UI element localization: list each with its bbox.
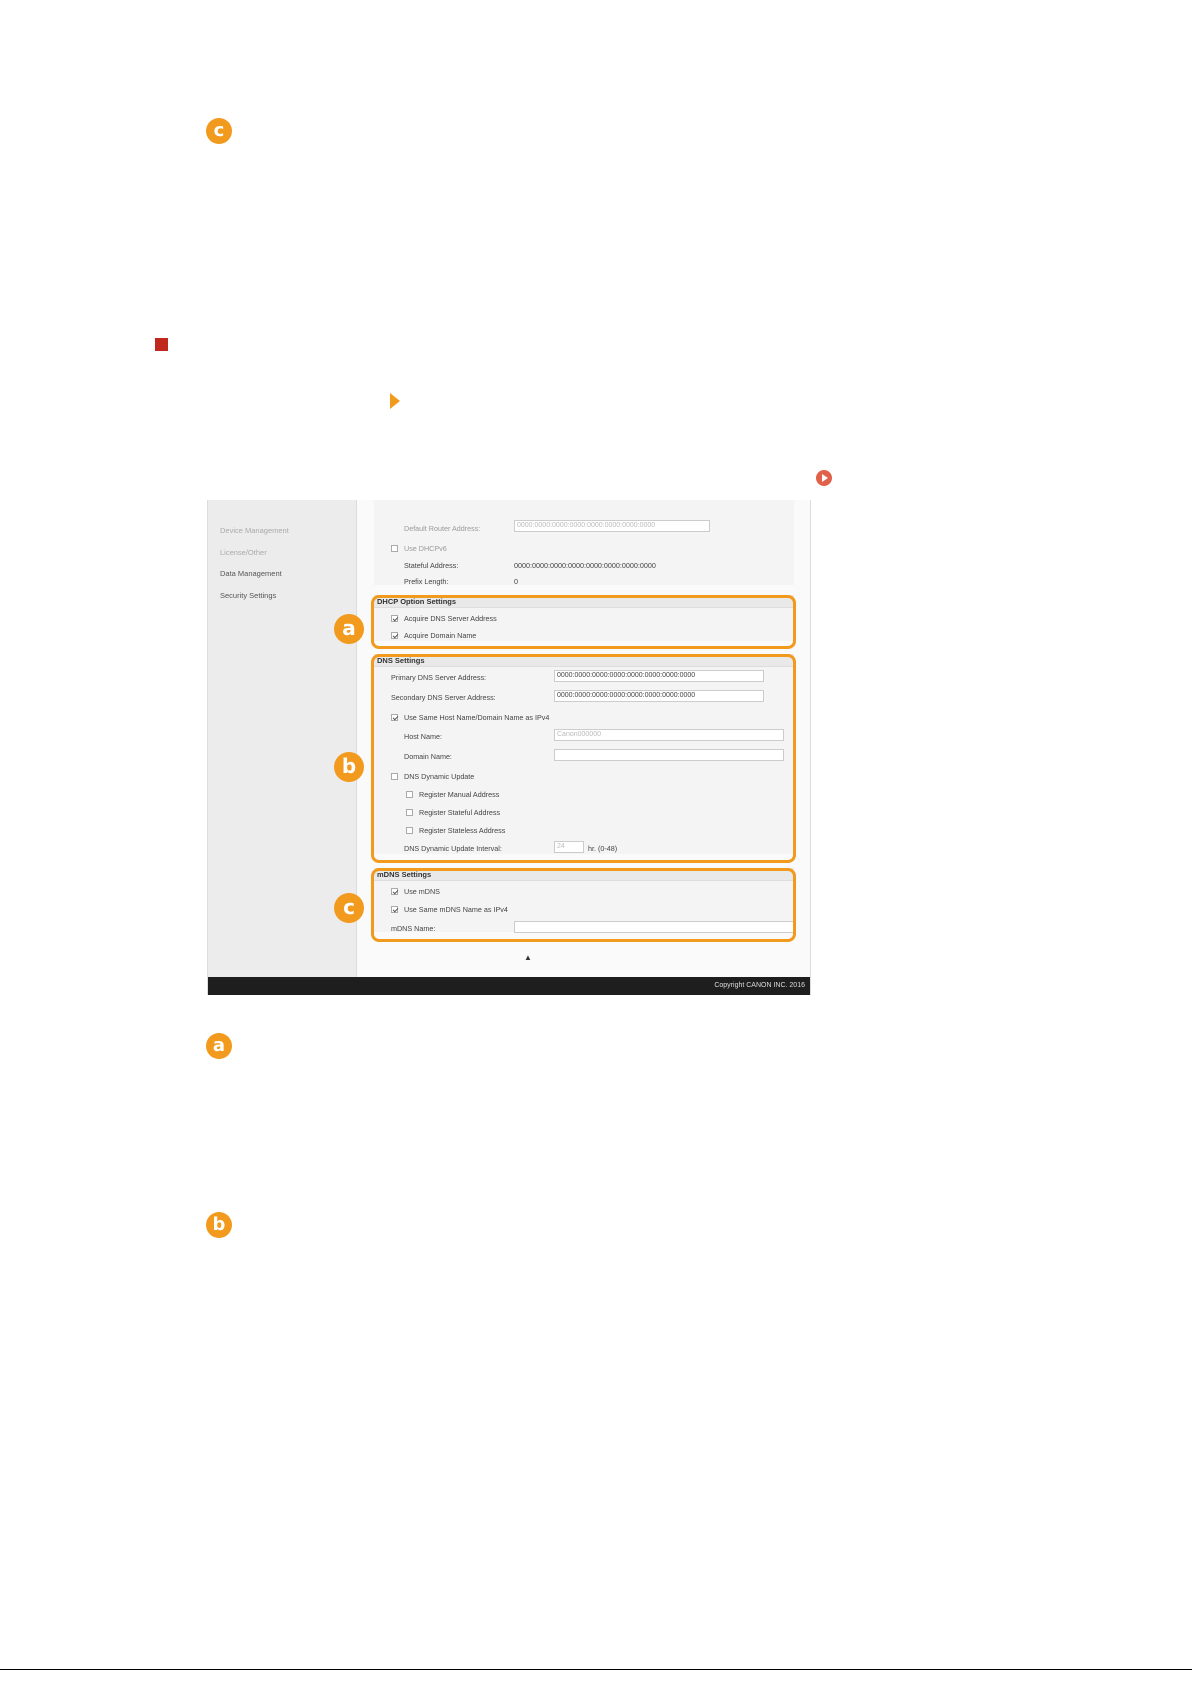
sidebar-item-license-other[interactable]: License/Other xyxy=(220,548,267,557)
scroll-to-top-icon[interactable]: ▲ xyxy=(524,953,532,962)
stateful-address-label: Stateful Address: xyxy=(404,561,459,570)
callout-badge-a-screenshot: a xyxy=(334,614,364,644)
use-dhcpv6-label: Use DHCPv6 xyxy=(404,544,447,553)
prefix-length-label: Prefix Length: xyxy=(404,577,449,586)
copyright-footer: Copyright CANON INC. 2016 xyxy=(208,977,810,995)
highlight-frame-a xyxy=(371,595,796,649)
callout-badge-a: a xyxy=(206,1033,232,1059)
sidebar-item-device-management[interactable]: Device Management xyxy=(220,526,289,535)
default-router-label: Default Router Address: xyxy=(404,524,481,533)
highlight-frame-b xyxy=(371,654,796,863)
step-arrow-icon xyxy=(390,393,400,409)
section-square-icon xyxy=(155,338,168,351)
sidebar-item-security-settings[interactable]: Security Settings xyxy=(220,591,276,600)
prefix-length-value: 0 xyxy=(514,577,518,586)
default-router-field[interactable]: 0000:0000:0000:0000:0000:0000:0000:0000 xyxy=(514,520,710,532)
callout-badge-b: b xyxy=(206,1212,232,1238)
callout-badge-b-screenshot: b xyxy=(334,752,364,782)
link-arrow-icon[interactable] xyxy=(816,470,832,486)
ipv6-settings-panel: Default Router Address: 0000:0000:0000:0… xyxy=(374,500,794,586)
callout-badge-c-top: c xyxy=(206,118,232,144)
highlight-frame-c xyxy=(371,868,796,942)
callout-badge-c-screenshot: c xyxy=(334,893,364,923)
stateful-address-value: 0000:0000:0000:0000:0000:0000:0000:0000 xyxy=(514,561,656,570)
use-dhcpv6-checkbox[interactable] xyxy=(391,545,398,552)
page-bottom-rule xyxy=(0,1669,1192,1670)
sidebar-item-data-management[interactable]: Data Management xyxy=(220,569,282,578)
